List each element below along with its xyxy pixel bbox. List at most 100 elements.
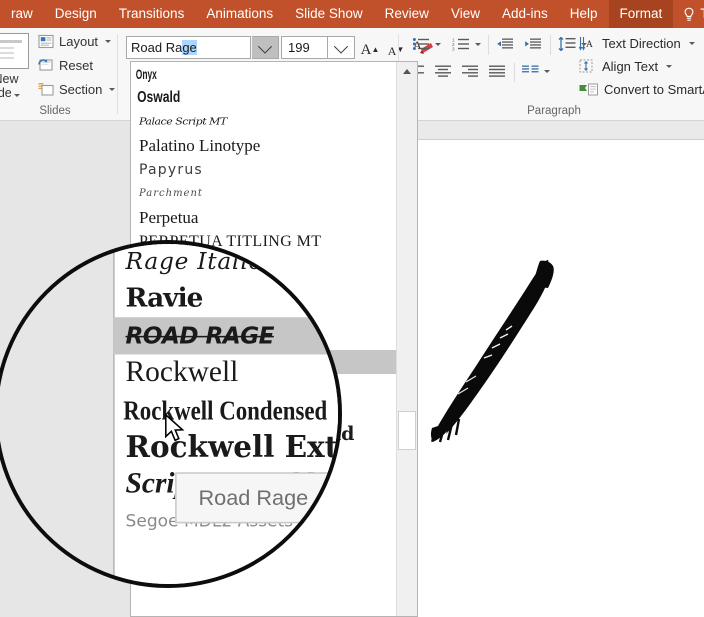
new-slide-label: New lide [0, 72, 20, 100]
text-direction-icon: A [579, 37, 593, 51]
new-slide-button[interactable]: ✦ New lide [0, 31, 34, 105]
tab-help[interactable]: Help [559, 0, 609, 28]
convert-to-smartart-button[interactable]: Convert to SmartAr [579, 82, 704, 97]
decrease-indent-icon [497, 38, 513, 49]
tab-view[interactable]: View [440, 0, 491, 28]
chevron-down-icon [257, 39, 273, 54]
tell-me-box[interactable]: Tel [673, 0, 704, 28]
text-direction-button[interactable]: A Text Direction [579, 36, 695, 51]
font-list-item-palace-script-mt[interactable]: Palace Script MT [131, 112, 396, 131]
font-list-item-oswald[interactable]: Oswald [131, 86, 332, 110]
separator [550, 35, 551, 55]
font-size-input[interactable]: 199 [281, 36, 328, 59]
font-list-item-rockwell[interactable]: Rockwell [131, 374, 396, 398]
bullets-button[interactable] [412, 37, 441, 51]
font-list-item-rage-italic[interactable]: Rage Italic [131, 302, 396, 326]
section-button[interactable]: Section [38, 82, 116, 97]
font-list-item-ravie[interactable]: Ravie [131, 326, 396, 350]
font-list-item-papyrus[interactable]: Papyrus [131, 158, 396, 182]
tab-review[interactable]: Review [374, 0, 440, 28]
new-slide-label-line2: lide [0, 86, 12, 100]
numbered-list-icon: 123 [452, 37, 469, 51]
new-slide-label-line1: New [0, 72, 19, 86]
reset-button[interactable]: Reset [38, 58, 93, 73]
svg-text:A: A [586, 40, 593, 50]
slides-group-label: Slides [39, 105, 71, 117]
font-name-dropdown-button[interactable] [252, 36, 279, 59]
justify-button[interactable] [489, 65, 506, 78]
align-text-label: Align Text [602, 59, 659, 74]
font-list-scrollbar[interactable] [396, 62, 417, 616]
convert-to-smartart-icon [579, 83, 598, 96]
align-center-icon [435, 65, 451, 77]
tab-design[interactable]: Design [44, 0, 108, 28]
lightbulb-icon [683, 7, 694, 22]
line-spacing-icon [558, 37, 576, 51]
section-icon [38, 82, 54, 97]
text-direction-label: Text Direction [602, 36, 681, 51]
up-arrow-icon: ▲ [371, 45, 380, 54]
chevron-down-icon [109, 88, 116, 91]
layout-icon [38, 34, 54, 49]
tab-draw[interactable]: raw [0, 0, 44, 28]
new-slide-icon: ✦ [0, 33, 29, 69]
section-label: Section [59, 82, 103, 97]
font-list-item-segoe-ui[interactable]: Segoe UI [131, 494, 396, 518]
font-list-item-parchment[interactable]: Parchment [131, 182, 396, 206]
numbering-button[interactable]: 123 [452, 37, 481, 51]
align-center-button[interactable] [435, 65, 452, 78]
black-brush-stroke[interactable] [420, 258, 560, 443]
font-name-selection: ge [182, 40, 197, 55]
font-list-item-poor-richard[interactable]: Poor Richard [131, 254, 396, 278]
increase-indent-button[interactable] [524, 38, 541, 51]
align-text-button[interactable]: Align Text [579, 59, 673, 74]
font-list-item-perpetua-titling-mt[interactable]: PERPETUA TITLING MT [131, 230, 396, 254]
chevron-down-icon[interactable] [435, 42, 441, 46]
convert-to-smartart-label: Convert to SmartAr [604, 82, 704, 97]
paragraph-group-label: Paragraph [527, 105, 581, 117]
bulleted-list-icon [412, 38, 429, 50]
chevron-down-icon[interactable] [544, 70, 550, 73]
chevron-down-icon [333, 39, 349, 54]
justify-icon [489, 65, 505, 77]
ribbon-tab-bar: raw Design Transitions Animations Slide … [0, 0, 704, 28]
font-name-input[interactable]: Road Rage [126, 36, 251, 59]
font-list-item-perpetua[interactable]: Perpetua [131, 206, 396, 230]
align-right-button[interactable] [462, 65, 479, 78]
svg-text:3: 3 [452, 46, 455, 51]
chevron-down-icon[interactable] [688, 42, 695, 45]
separator [488, 35, 489, 55]
mouse-pointer [163, 410, 177, 431]
decrease-indent-button[interactable] [496, 38, 513, 51]
font-size-dropdown-button[interactable] [328, 36, 355, 59]
tab-format[interactable]: Format [608, 0, 674, 28]
scrollbar-thumb[interactable] [398, 411, 416, 450]
scroll-up-arrow-icon[interactable] [397, 62, 417, 81]
tab-slide-show[interactable]: Slide Show [284, 0, 374, 28]
font-list-item-pristina[interactable]: Pristina [131, 278, 396, 302]
ribbon-under-bar [412, 121, 704, 140]
font-list-item-road-rage[interactable]: ROAD RAGE [131, 350, 396, 374]
tab-animations[interactable]: Animations [195, 0, 284, 28]
font-list-item-palatino-linotype[interactable]: Palatino Linotype [131, 134, 396, 158]
reset-icon [38, 58, 54, 73]
tab-transitions[interactable]: Transitions [108, 0, 196, 28]
chevron-down-icon[interactable] [666, 65, 673, 68]
chevron-down-icon[interactable] [475, 42, 481, 46]
tell-me-label: Tel [700, 0, 704, 28]
columns-icon [522, 65, 539, 73]
increase-font-size-button[interactable]: A ▲ [358, 36, 382, 59]
layout-button[interactable]: Layout [38, 34, 112, 49]
reset-label: Reset [59, 58, 93, 73]
tab-add-ins[interactable]: Add-ins [491, 0, 559, 28]
increase-font-size-label: A [360, 42, 372, 58]
font-name-dropdown-list[interactable]: Onyx Oswald Palace Script MT Palatino Li… [130, 61, 418, 617]
align-right-icon [462, 65, 478, 77]
slide-canvas-area[interactable] [412, 121, 704, 617]
columns-button[interactable] [522, 65, 550, 78]
font-tooltip: Road Rage [170, 449, 271, 482]
separator [514, 63, 515, 82]
font-name-text: Road Ra [131, 40, 183, 55]
group-separator [117, 34, 118, 114]
font-list-item-onyx[interactable]: Onyx [131, 62, 290, 86]
